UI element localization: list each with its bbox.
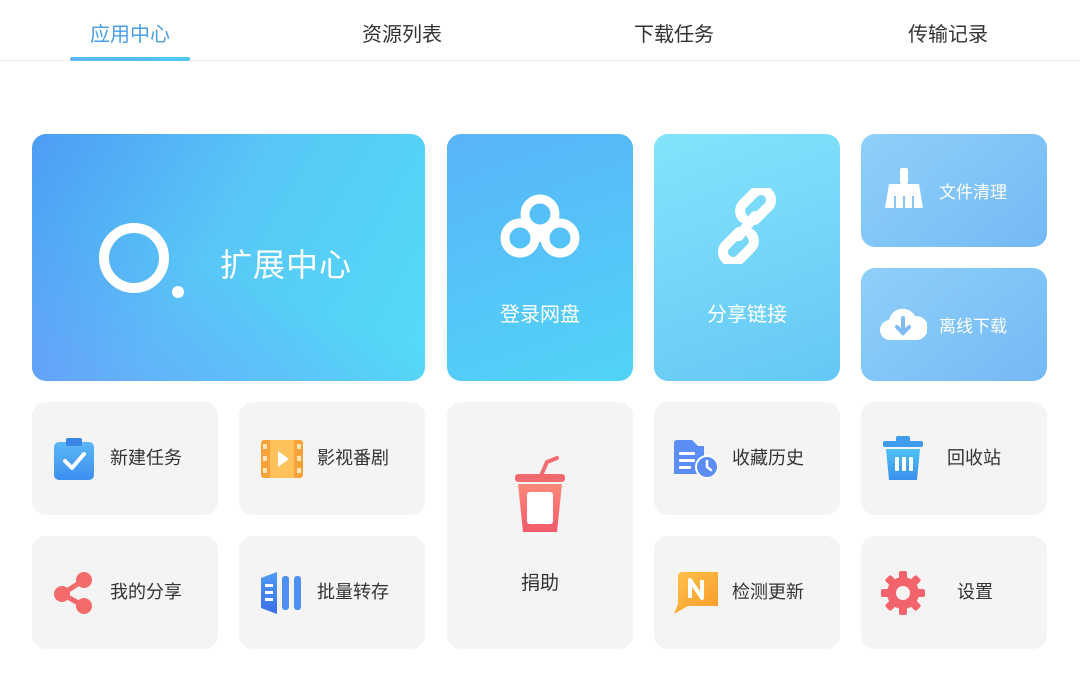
tab-bar: 应用中心 资源列表 下载任务 传输记录 bbox=[0, 0, 1080, 61]
new-task-label: 新建任务 bbox=[110, 448, 182, 469]
recycle-bin-tile[interactable]: 回收站 bbox=[861, 402, 1047, 515]
search-ring-icon bbox=[99, 223, 184, 298]
video-series-tile[interactable]: 影视番剧 bbox=[239, 402, 425, 515]
gear-icon bbox=[881, 571, 925, 615]
donate-label: 捐助 bbox=[520, 572, 559, 594]
login-netdisk-label: 登录网盘 bbox=[500, 302, 580, 326]
login-netdisk-tile[interactable]: 登录网盘 bbox=[447, 134, 633, 381]
my-share-tile[interactable]: 我的分享 bbox=[32, 536, 218, 649]
tab-download-tasks[interactable]: 下载任务 bbox=[614, 0, 734, 61]
film-icon bbox=[261, 440, 303, 478]
batch-icon bbox=[261, 572, 301, 614]
file-cleanup-tile[interactable]: 文件清理 bbox=[861, 134, 1047, 247]
new-task-tile[interactable]: 新建任务 bbox=[32, 402, 218, 515]
favorites-history-tile[interactable]: 收藏历史 bbox=[654, 402, 840, 515]
my-share-label: 我的分享 bbox=[110, 582, 182, 603]
trash-icon bbox=[883, 436, 923, 480]
recycle-bin-label: 回收站 bbox=[947, 448, 1001, 469]
tab-resource-list[interactable]: 资源列表 bbox=[342, 0, 462, 61]
share-icon bbox=[54, 572, 92, 614]
check-update-tile[interactable]: 检测更新 bbox=[654, 536, 840, 649]
broom-icon bbox=[885, 168, 923, 208]
tab-transfer-records[interactable]: 传输记录 bbox=[888, 0, 1008, 61]
clipboard-check-icon bbox=[54, 438, 94, 480]
batch-save-tile[interactable]: 批量转存 bbox=[239, 536, 425, 649]
share-link-label: 分享链接 bbox=[707, 302, 787, 326]
cloud-icon bbox=[500, 194, 580, 258]
offline-download-tile[interactable]: 离线下载 bbox=[861, 268, 1047, 381]
favorites-history-label: 收藏历史 bbox=[732, 448, 804, 469]
settings-tile[interactable]: 设置 bbox=[861, 536, 1047, 649]
donate-tile[interactable]: 捐助 bbox=[447, 402, 633, 649]
history-file-icon bbox=[674, 440, 718, 478]
offline-download-label: 离线下载 bbox=[939, 317, 1007, 337]
file-cleanup-label: 文件清理 bbox=[939, 183, 1007, 203]
settings-label: 设置 bbox=[957, 582, 993, 603]
video-series-label: 影视番剧 bbox=[317, 448, 389, 469]
check-update-label: 检测更新 bbox=[732, 582, 804, 603]
batch-save-label: 批量转存 bbox=[317, 582, 389, 603]
extension-center-tile[interactable]: 扩展中心 bbox=[32, 134, 425, 381]
extension-center-label: 扩展中心 bbox=[220, 246, 353, 284]
drink-cup-icon bbox=[515, 456, 565, 532]
link-icon bbox=[718, 188, 776, 264]
tab-app-center[interactable]: 应用中心 bbox=[70, 0, 190, 61]
cloud-download-icon bbox=[880, 308, 927, 341]
share-link-tile[interactable]: 分享链接 bbox=[654, 134, 840, 381]
update-icon bbox=[674, 572, 718, 614]
